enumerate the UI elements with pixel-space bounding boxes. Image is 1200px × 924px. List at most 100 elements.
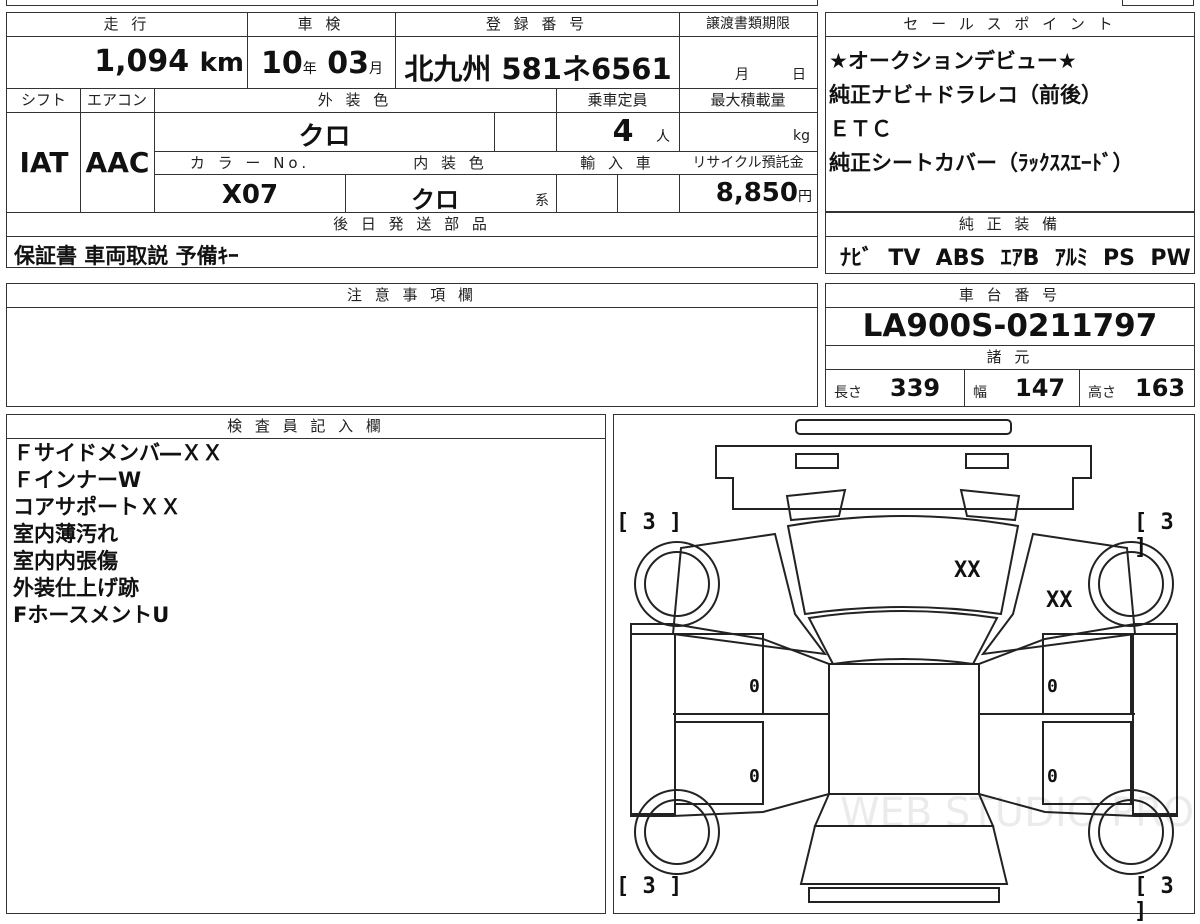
- divider: [964, 370, 965, 406]
- inspector-notes-header: 検 査 員 記 入 欄: [7, 415, 605, 439]
- width-value: 147: [1015, 374, 1066, 402]
- inspector-note-line: Ｆサイドメンバ―ＸＸ: [13, 441, 223, 465]
- left-rear-door-mark: 0: [749, 766, 760, 787]
- left-sill: [630, 633, 676, 815]
- inspector-note-line: 室内内張傷: [13, 549, 118, 573]
- capacity-header: 乗車定員: [556, 89, 679, 113]
- sales-point-line: ★オークションデビュー★: [829, 49, 1077, 73]
- divider: [395, 13, 396, 88]
- exterior-color-value: クロ: [298, 122, 351, 150]
- equipment-header: 純 正 装 備: [826, 213, 1194, 237]
- height-label: 高さ: [1088, 385, 1116, 401]
- top-strip: [6, 0, 818, 6]
- ac-header: エアコン: [80, 89, 154, 113]
- chassis-number: LA900S-0211797: [862, 308, 1158, 344]
- ac-value: AAC: [85, 146, 150, 179]
- chassis-header: 車 台 番 号: [826, 284, 1194, 308]
- transfer-deadline-header: 譲渡書類期限: [679, 13, 817, 37]
- interior-color-header: 内 装 色: [345, 152, 556, 175]
- inspector-note-line: ＦインナーW: [13, 468, 142, 492]
- recycle-fee-unit: 円: [798, 189, 812, 205]
- divider: [1079, 370, 1080, 406]
- recycle-fee-number: 8,850: [715, 178, 798, 208]
- watermark: WEB STUDIO PRO: [840, 790, 1195, 836]
- sales-point-line: 純正ナビ＋ドラレコ（前後）: [829, 83, 1102, 107]
- divider: [247, 13, 248, 88]
- shift-header: シフト: [7, 89, 80, 113]
- registration-value: 北九州 581ネ6561: [404, 52, 672, 86]
- interior-color-value: クロ: [411, 186, 459, 210]
- right-headlight: [965, 453, 1009, 469]
- capacity-value: 4 人: [560, 114, 670, 150]
- mileage-unit: km: [199, 48, 244, 78]
- mileage-header: 走 行: [7, 13, 247, 37]
- inspection-year: 10: [261, 46, 303, 81]
- left-side-panel: [630, 623, 830, 817]
- max-load-header: 最大積載量: [679, 89, 817, 113]
- inspector-note-line: FホースメントU: [13, 603, 170, 627]
- length-value: 339: [890, 374, 941, 402]
- inspector-note-line: コアサポートＸＸ: [13, 495, 181, 519]
- right-turn-lamp: [959, 488, 1021, 522]
- divider: [617, 175, 618, 212]
- sales-point-line: 純正シートカバー（ﾗｯｸｽｽｴｰﾄﾞ）: [829, 151, 1134, 175]
- shift-value: IAT: [19, 146, 69, 179]
- tire-front-right-grade: [ 3 ]: [1134, 510, 1174, 560]
- divider: [679, 13, 680, 88]
- mileage-number: 1,094: [94, 44, 190, 79]
- hood: [786, 515, 1020, 616]
- sales-points-header: セ ー ル ス ポ イ ン ト: [826, 13, 1194, 37]
- mileage-value: 1,094 km: [10, 44, 244, 84]
- inspection-month: 03: [327, 46, 369, 81]
- interior-color-suffix: 系: [535, 193, 549, 209]
- right-side-panel: [978, 623, 1178, 817]
- left-front-door: [674, 633, 764, 715]
- front-bumper: [795, 419, 1012, 435]
- color-no-header: カ ラ ー No.: [155, 152, 345, 175]
- registration-header: 登 録 番 号: [395, 13, 679, 37]
- height-value: 163: [1135, 374, 1186, 402]
- max-load-unit: kg: [793, 128, 810, 144]
- parts-value: 保証書 車両取説 予備ｷｰ: [14, 244, 239, 266]
- length-label: 長さ: [834, 385, 862, 401]
- rear-left-wheel: [634, 789, 720, 875]
- sales-points-list: ★オークションデビュー★ 純正ナビ＋ドラレコ（前後） ＥＴＣ 純正シートカバー（ﾗｯｸ…: [829, 44, 1191, 180]
- equipment-value: ﾅﾋﾞ TV ABS ｴｱB ｱﾙﾐ PS PW: [840, 246, 1190, 270]
- sales-point-line: ＥＴＣ: [829, 117, 892, 141]
- inspection-value: 10年 03月: [249, 46, 395, 86]
- capacity-unit: 人: [656, 129, 670, 145]
- roof: [828, 663, 980, 795]
- left-headlight: [795, 453, 839, 469]
- fender-damage-mark: XX: [1046, 588, 1073, 613]
- right-front-door: [1042, 633, 1132, 715]
- transfer-day: 日: [792, 67, 806, 83]
- top-strip-right: [1122, 0, 1194, 6]
- right-sill: [1132, 633, 1178, 815]
- import-header: 輸 入 車: [556, 152, 679, 175]
- rear-left-wheel-inner: [644, 799, 710, 865]
- divider: [494, 113, 495, 151]
- caution-header: 注 意 事 項 欄: [7, 284, 817, 308]
- width-label: 幅: [973, 385, 987, 401]
- color-no-value: X07: [221, 180, 279, 210]
- tire-front-left-grade: [ 3 ]: [616, 510, 683, 535]
- inspector-note-line: 外装仕上げ跡: [13, 576, 139, 600]
- inspection-year-unit: 年: [302, 61, 317, 77]
- recycle-fee-value: 8,850円: [680, 178, 812, 210]
- capacity-number: 4: [612, 114, 634, 149]
- windshield: [807, 610, 999, 666]
- right-front-door-mark: 0: [1047, 676, 1058, 697]
- left-turn-lamp: [785, 488, 847, 522]
- right-rear-door-mark: 0: [1047, 766, 1058, 787]
- inspection-month-unit: 月: [368, 61, 383, 77]
- inspector-note-line: 室内薄汚れ: [13, 522, 118, 546]
- front-grille: [715, 445, 1092, 510]
- tire-rear-right-grade: [ 3 ]: [1134, 874, 1174, 924]
- specs-header: 諸 元: [826, 346, 1194, 370]
- recycle-fee-header: リサイクル預託金: [679, 152, 817, 175]
- parts-header: 後 日 発 送 部 品: [7, 213, 817, 237]
- tire-rear-left-grade: [ 3 ]: [616, 874, 683, 899]
- inspection-header: 車 検: [247, 13, 395, 37]
- inspector-notes-list: Ｆサイドメンバ―ＸＸ ＦインナーW コアサポートＸＸ 室内薄汚れ室内内張傷外装仕上げ跡…: [13, 440, 593, 629]
- left-front-door-mark: 0: [749, 676, 760, 697]
